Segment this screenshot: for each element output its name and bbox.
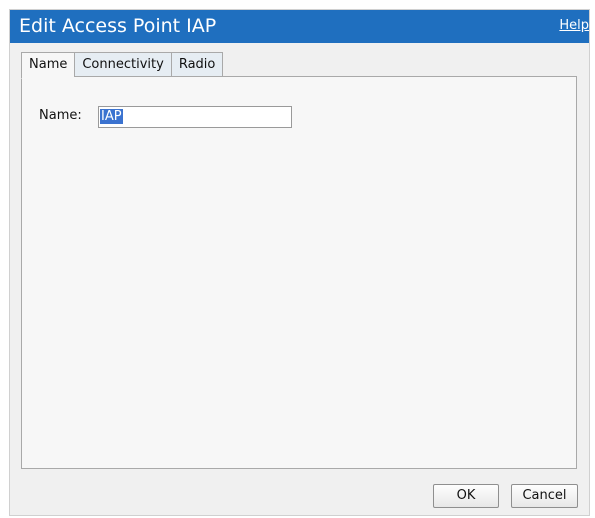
name-input[interactable]: IAP (98, 106, 292, 128)
dialog-titlebar: Edit Access Point IAP Help (10, 10, 589, 43)
dialog-title: Edit Access Point IAP (19, 15, 217, 37)
tab-radio[interactable]: Radio (170, 52, 224, 78)
edit-access-point-dialog: Edit Access Point IAP Help Name Connecti… (9, 9, 590, 516)
tab-bar: Name Connectivity Radio (21, 52, 224, 79)
name-label: Name: (39, 108, 82, 123)
help-link[interactable]: Help (559, 18, 589, 34)
name-input-selected-text: IAP (100, 109, 123, 124)
tab-name[interactable]: Name (21, 52, 75, 79)
ok-button[interactable]: OK (433, 484, 499, 508)
name-tab-panel: Name: IAP (21, 76, 577, 469)
cancel-button[interactable]: Cancel (511, 484, 578, 508)
tab-connectivity[interactable]: Connectivity (74, 52, 171, 78)
